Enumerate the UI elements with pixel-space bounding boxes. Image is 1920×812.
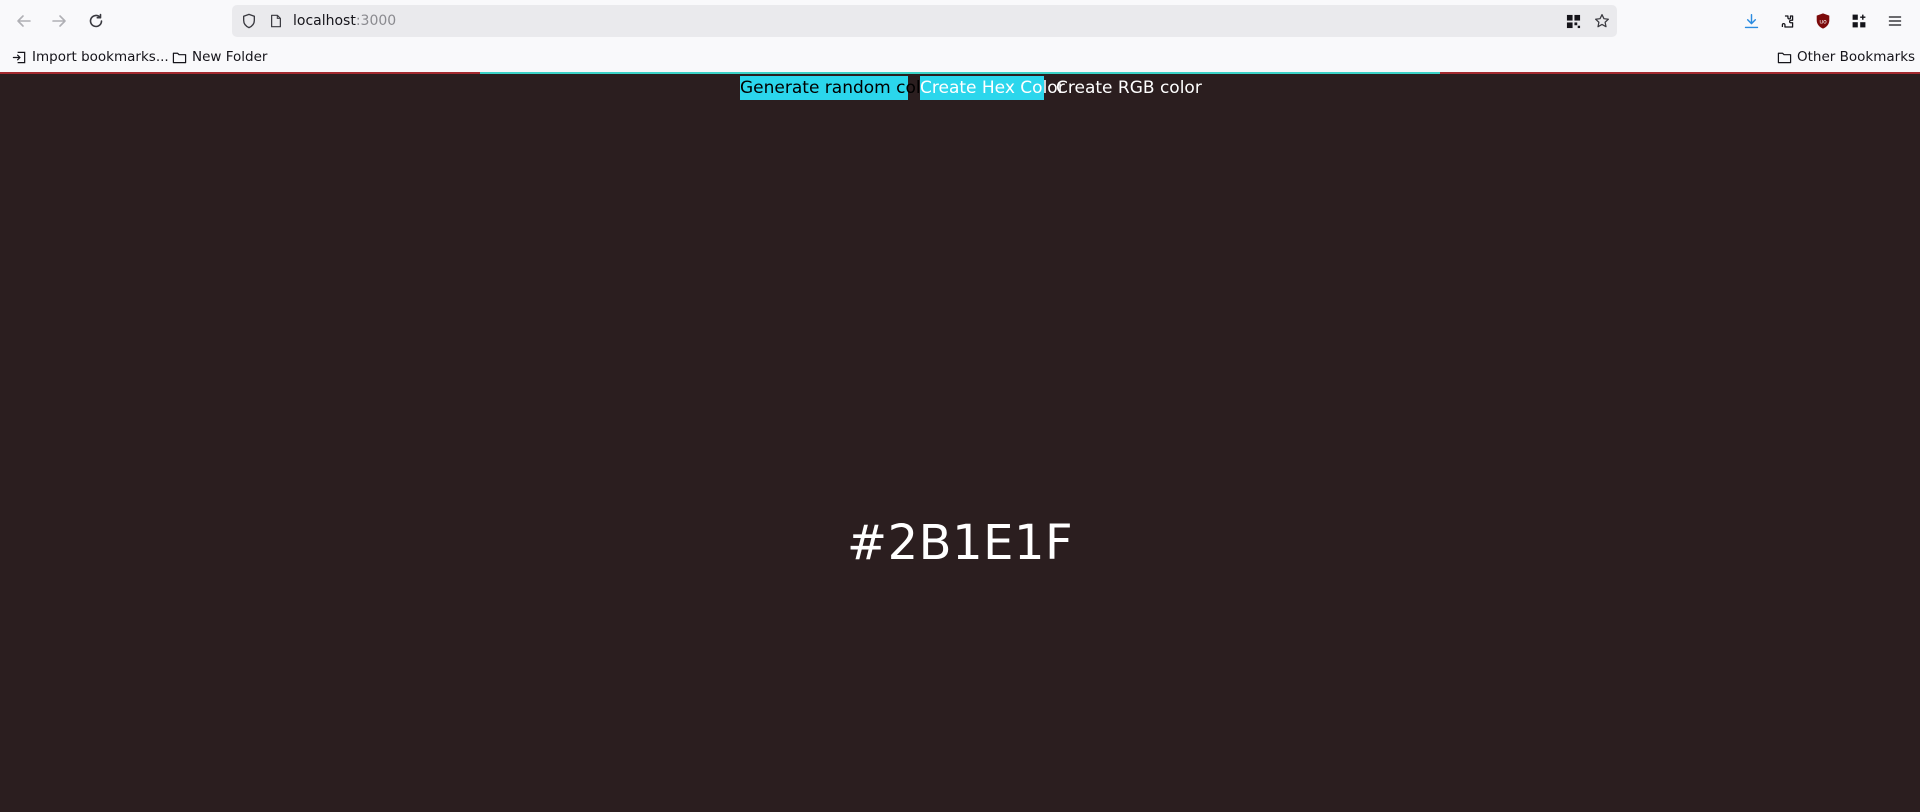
- svg-text:uo: uo: [1819, 19, 1827, 25]
- other-bookmarks-label: Other Bookmarks: [1797, 49, 1916, 65]
- create-rgb-color-button[interactable]: Create RGB color: [1056, 76, 1202, 100]
- apps-grid-icon[interactable]: [1849, 11, 1869, 31]
- generate-random-color-button[interactable]: Generate random color: [740, 76, 938, 100]
- color-nav: Generate random color Create Hex Color C…: [0, 74, 1920, 100]
- url-text[interactable]: localhost:3000: [293, 5, 396, 37]
- new-folder-label: New Folder: [192, 49, 268, 65]
- bookmarks-toolbar: Import bookmarks... New Folder Other Boo…: [0, 42, 1920, 72]
- import-icon: [12, 51, 26, 63]
- reload-button[interactable]: [80, 6, 112, 36]
- browser-toolbar: localhost:3000 uo: [0, 0, 1920, 42]
- menu-icon[interactable]: [1885, 11, 1905, 31]
- other-bookmarks-item[interactable]: Other Bookmarks: [1777, 42, 1915, 72]
- arrow-right-icon: [52, 15, 66, 27]
- arrow-left-icon: [17, 15, 31, 27]
- create-hex-color-button[interactable]: Create Hex Color: [920, 76, 1065, 100]
- new-folder-item[interactable]: New Folder: [172, 42, 267, 72]
- url-host: localhost: [293, 13, 356, 29]
- folder-icon: [172, 52, 187, 63]
- star-icon[interactable]: [1593, 12, 1611, 30]
- reload-icon: [89, 13, 103, 28]
- forward-button[interactable]: [43, 6, 75, 36]
- folder-icon: [1777, 52, 1792, 63]
- qr-code-icon[interactable]: [1565, 13, 1581, 29]
- shield-icon[interactable]: [240, 12, 258, 30]
- page-icon[interactable]: [268, 13, 284, 29]
- back-button[interactable]: [8, 6, 40, 36]
- import-bookmarks-item[interactable]: Import bookmarks...: [12, 42, 169, 72]
- ublock-icon[interactable]: uo: [1813, 11, 1833, 31]
- color-code-display: #2B1E1F: [846, 515, 1074, 571]
- url-bar[interactable]: localhost:3000: [232, 5, 1617, 37]
- extensions-icon[interactable]: [1777, 11, 1797, 31]
- browser-chrome: localhost:3000 uo Import bookmarks... Ne…: [0, 0, 1920, 74]
- download-icon[interactable]: [1741, 11, 1761, 31]
- url-port: :3000: [355, 13, 397, 29]
- import-bookmarks-label: Import bookmarks...: [32, 49, 169, 65]
